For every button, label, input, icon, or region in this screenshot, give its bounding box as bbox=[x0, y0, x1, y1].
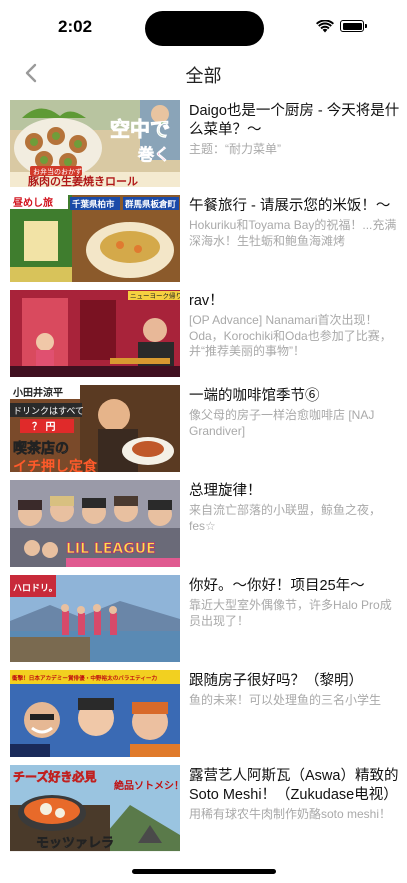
item-title: 一端的咖啡馆季节⑥ bbox=[189, 388, 320, 404]
status-time: 2:02 bbox=[58, 17, 93, 36]
list-item[interactable]: チーズ好き必見 絶品ソトメシ！ モッツァレラ 露营艺人阿斯瓦（Aswa）精致的S… bbox=[0, 765, 407, 853]
nav-bar: 全部 bbox=[0, 56, 407, 90]
list-item[interactable]: ハロドリ。 你好。～你好！项目25年～ 靠近大型室外偶像节，许多Halo Pro… bbox=[0, 575, 407, 663]
item-title: 总理旋律！ bbox=[189, 483, 262, 499]
thumbnail-caption: ？ 円 bbox=[32, 421, 55, 433]
item-subtitle: 像父母的房子一样治愈咖啡店 [NAJ Grandiver] bbox=[189, 408, 375, 438]
item-title: 午餐旅行 - 请展示您的米饭！～ bbox=[189, 198, 391, 214]
item-subtitle: [OP Advance] Nanamari首次出现！Oda，Korochiki和… bbox=[189, 313, 392, 358]
list-item[interactable]: 昼めし旅 千葉県柏市 群馬県板倉町 午餐旅行 - 请展示您的米饭！～ Hokur… bbox=[0, 195, 407, 283]
thumbnail-caption: 群馬県板倉町 bbox=[124, 199, 177, 210]
battery-icon bbox=[340, 20, 367, 32]
thumbnail-caption: 千葉県柏市 bbox=[72, 199, 115, 210]
item-subtitle: 靠近大型室外偶像节，许多Halo Pro成员出现了！ bbox=[189, 598, 392, 628]
home-indicator[interactable] bbox=[132, 869, 276, 874]
list-item[interactable]: 空中で 巻く お弁当のおかず 豚肉の生姜焼きロール Daigo也是一个厨房 - … bbox=[0, 100, 407, 188]
list-item[interactable]: LIL LEAGUE 总理旋律！ 来自流亡部落的小联盟，鲸鱼之夜，fes☆ bbox=[0, 480, 407, 568]
thumbnail-caption: 空中で bbox=[110, 117, 170, 141]
item-subtitle: 用稀有球农牛肉制作奶酪soto meshi！ bbox=[189, 807, 392, 821]
thumbnail-caption: モッツァレラ bbox=[36, 836, 114, 851]
thumbnail-caption: ニューヨーク帰り bbox=[130, 291, 180, 300]
thumbnail-image: LIL LEAGUE bbox=[10, 480, 180, 567]
thumbnail-image: チーズ好き必見 絶品ソトメシ！ モッツァレラ bbox=[10, 765, 180, 852]
item-title: 你好。～你好！项目25年～ bbox=[189, 578, 365, 594]
thumbnail-caption: 小田井涼平 bbox=[12, 386, 63, 399]
item-subtitle: Hokuriku和Toyama Bay的祝福！...充满深海水！生牡蛎和鲍鱼海滩… bbox=[189, 218, 397, 248]
thumbnail-caption: チーズ好き必見 bbox=[13, 769, 96, 784]
bottom-safe-area bbox=[0, 851, 407, 883]
thumbnail-image: 空中で 巻く お弁当のおかず 豚肉の生姜焼きロール bbox=[10, 100, 180, 187]
thumbnail-caption: LIL LEAGUE bbox=[66, 541, 156, 557]
status-icons bbox=[316, 19, 367, 33]
item-title: Daigo也是一个厨房 - 今天将是什么菜单？～ bbox=[189, 103, 400, 138]
thumbnail-image: 衝撃！日本アカデミー賞俳優・中野裕太のバラエティー力 bbox=[10, 670, 180, 757]
thumbnail-image: ニューヨーク帰り bbox=[10, 290, 180, 377]
item-subtitle: 来自流亡部落的小联盟，鲸鱼之夜，fes☆ bbox=[189, 503, 382, 533]
battery-level bbox=[342, 22, 362, 30]
thumbnail-image: 昼めし旅 千葉県柏市 群馬県板倉町 bbox=[10, 195, 180, 282]
wifi-icon bbox=[316, 19, 334, 32]
list-item[interactable]: 小田井涼平 ドリンクはすべて ？ 円 喫茶店の イチ押し定食 一端的咖啡馆季节⑥… bbox=[0, 385, 407, 473]
thumbnail-image: ハロドリ。 bbox=[10, 575, 180, 662]
item-subtitle: 主题：“耐力菜单” bbox=[189, 142, 281, 156]
item-title: 露营艺人阿斯瓦（Aswa）精致的Soto Meshi！（Zukudase电视） bbox=[189, 768, 399, 803]
thumbnail-caption: 巻く bbox=[137, 145, 170, 164]
thumbnail-caption: 衝撃！日本アカデミー賞俳優・中野裕太のバラエティー力 bbox=[11, 674, 158, 682]
thumbnail-caption: 豚肉の生姜焼きロール bbox=[28, 174, 138, 187]
list-item[interactable]: ニューヨーク帰り rav！ [OP Advance] Nanamari首次出现！… bbox=[0, 290, 407, 378]
status-bar: 2:02 bbox=[0, 0, 407, 56]
thumbnail-image: 小田井涼平 ドリンクはすべて ？ 円 喫茶店の イチ押し定食 bbox=[10, 385, 180, 472]
thumbnail-caption: ドリンクはすべて bbox=[13, 406, 84, 417]
thumbnail-caption: 喫茶店の bbox=[13, 440, 69, 457]
dynamic-island bbox=[145, 11, 264, 46]
item-title: 跟随房子很好吗？（黎明） bbox=[189, 673, 363, 689]
item-subtitle: 鱼的未来！可以处理鱼的三名小学生 bbox=[189, 693, 382, 707]
thumbnail-caption: 昼めし旅 bbox=[13, 196, 53, 209]
item-title: rav！ bbox=[189, 293, 224, 309]
thumbnail-caption: ハロドリ。 bbox=[13, 583, 58, 594]
thumbnail-caption: イチ押し定食 bbox=[13, 458, 98, 472]
list-item[interactable]: 衝撃！日本アカデミー賞俳優・中野裕太のバラエティー力 跟随房子很好吗？（黎明） … bbox=[0, 670, 407, 758]
thumbnail-caption: 絶品ソトメシ！ bbox=[114, 779, 180, 792]
page-title: 全部 bbox=[185, 66, 222, 86]
